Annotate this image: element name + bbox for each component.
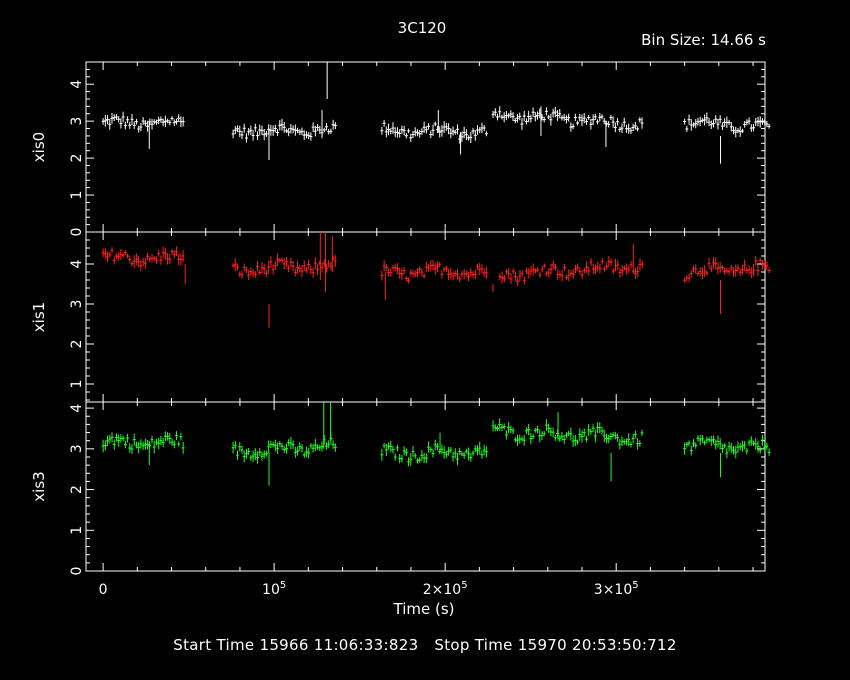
x-tick-label: 2×105 <box>423 580 468 598</box>
light-curve-chart: 3C120 Bin Size: 14.66 s 0 1 2 3 4 xis0 1 2 3 4 xis… <box>30 19 771 618</box>
panel-frame-xis0 <box>85 61 766 233</box>
panel-frame-xis3 <box>85 401 766 572</box>
y-tick-label: 4 <box>69 259 85 268</box>
y-tick-label: 0 <box>69 228 85 237</box>
panel-frame-xis1 <box>85 231 766 403</box>
panel-xis3: 0 1 2 3 4 xis3 <box>30 401 771 576</box>
x-tick-label: 105 <box>262 580 286 598</box>
y-tick-label: 1 <box>69 191 85 200</box>
panel-xis0: 0 1 2 3 4 xis0 <box>30 61 771 237</box>
chart-title: 3C120 <box>398 19 447 37</box>
series-xis3 <box>101 402 771 486</box>
y-tick-label: 3 <box>69 300 85 309</box>
panels-layer: 0 1 2 3 4 xis0 1 2 3 4 xis1 0 1 2 3 4 xis3 <box>30 61 771 576</box>
y-tick-label: 3 <box>69 444 85 453</box>
y-axis-label-xis3: xis3 <box>30 471 48 501</box>
stop-time: Stop Time 15970 20:53:50:712 <box>434 636 677 654</box>
panel-xis1: 1 2 3 4 xis1 <box>30 231 771 403</box>
y-tick-label: 4 <box>69 404 85 413</box>
y-tick-label: 3 <box>69 117 85 126</box>
y-tick-label: 1 <box>69 526 85 535</box>
y-tick-label: 2 <box>69 154 85 163</box>
bin-size-label: Bin Size: 14.66 s <box>641 31 766 49</box>
start-time: Start Time 15966 11:06:33:823 <box>173 636 419 654</box>
x-axis: 0 105 2×105 3×105 <box>99 580 639 598</box>
x-tick-label: 0 <box>99 582 108 598</box>
y-axis-label-xis1: xis1 <box>30 302 48 332</box>
series-xis0 <box>101 62 771 164</box>
y-tick-label: 1 <box>69 380 85 389</box>
y-tick-label: 0 <box>69 567 85 576</box>
y-tick-label: 2 <box>69 485 85 494</box>
x-axis-label: Time (s) <box>393 600 455 618</box>
y-tick-label: 2 <box>69 340 85 349</box>
time-range-footer: Start Time 15966 11:06:33:823 Stop Time 1… <box>0 636 850 654</box>
y-tick-label: 4 <box>69 80 85 89</box>
y-axis-label-xis0: xis0 <box>30 132 48 162</box>
series-xis1 <box>101 232 771 328</box>
x-tick-label: 3×105 <box>594 580 639 598</box>
